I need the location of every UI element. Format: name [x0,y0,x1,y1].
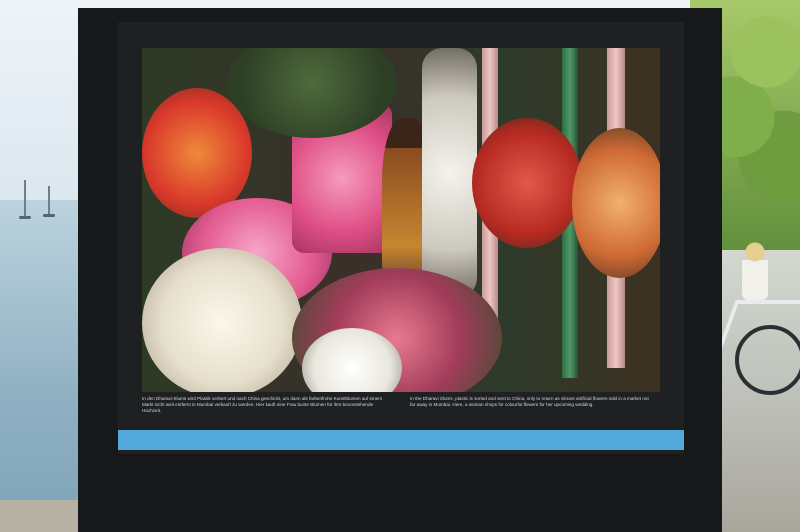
white-flowers [142,248,302,392]
blue-stripe [118,430,684,450]
caption-german: In den Dharavi-Slums wird Plastik verber… [142,396,383,413]
sailboat [19,180,31,219]
sailboat [43,186,55,217]
white-blossom-column [422,48,477,298]
peach-flowers [572,128,660,278]
red-lilies [472,118,582,248]
caption-english: In the Dharavi Slums, plastic is sorted … [410,396,649,407]
flower-market-photo [142,48,660,392]
seated-person [742,240,768,300]
bicycle-wheel [735,325,800,395]
lake [0,180,90,532]
caption-area: In den Dharavi-Slums wird Plastik verber… [142,396,660,428]
shore [0,500,90,532]
